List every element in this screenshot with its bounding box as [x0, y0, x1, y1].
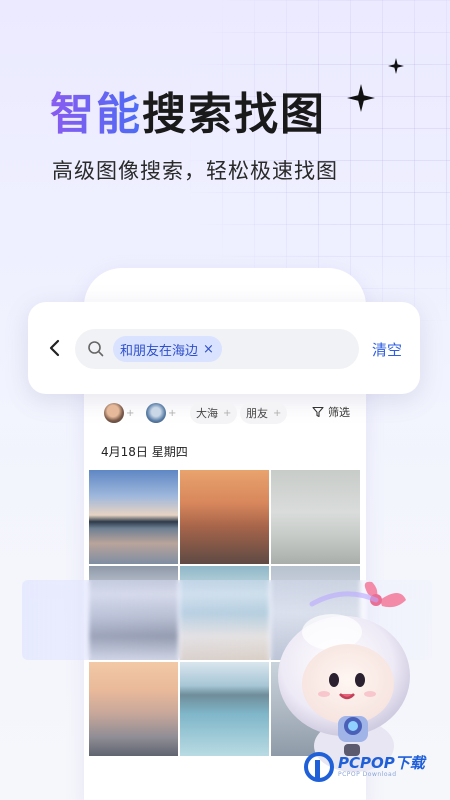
plus-icon: + — [223, 407, 232, 419]
photo-thumbnail[interactable] — [180, 662, 269, 756]
back-button[interactable] — [42, 334, 66, 362]
date-label: 4月18日 星期四 — [101, 445, 188, 459]
filter-label: 筛选 — [328, 406, 350, 419]
funnel-icon — [312, 406, 324, 418]
face-filter-2[interactable]: + — [146, 402, 176, 424]
tag-label: 大海 — [196, 407, 218, 420]
photo-thumbnail[interactable] — [89, 662, 178, 756]
query-chip-label: 和朋友在海边 — [120, 343, 199, 359]
sparkle-large-icon — [347, 84, 375, 112]
plus-icon: + — [168, 407, 177, 419]
hero-title: 智能搜索找图 — [50, 88, 326, 142]
chevron-left-icon — [49, 339, 60, 357]
hero-title-accent: 智能 — [50, 89, 142, 140]
tag-chip-friends[interactable]: 朋友 + — [240, 402, 288, 424]
hero-subtitle: 高级图像搜索，轻松极速找图 — [52, 159, 338, 183]
tag-chip-sea[interactable]: 大海 + — [190, 402, 238, 424]
avatar — [104, 403, 124, 423]
sparkle-small-icon — [388, 58, 404, 74]
plus-icon: + — [126, 407, 135, 419]
search-card: 和朋友在海边 × 清空 — [28, 302, 420, 394]
photo-thumbnail[interactable] — [271, 470, 360, 564]
tag-label: 朋友 — [246, 407, 268, 420]
watermark-brand: PCPOP下载 — [338, 754, 425, 772]
clear-button[interactable]: 清空 — [372, 339, 402, 360]
face-filter-1[interactable]: + — [104, 402, 134, 424]
pcpop-logo-icon — [304, 752, 334, 782]
filter-row: + + 大海 + 朋友 + 筛选 — [104, 400, 354, 426]
plus-icon: + — [273, 407, 282, 419]
watermark-logo: PCPOP下载 PCPOP Download — [304, 752, 425, 782]
photo-thumbnail[interactable] — [89, 470, 178, 564]
search-icon — [88, 341, 104, 357]
search-input[interactable]: 和朋友在海边 × — [75, 329, 359, 369]
filter-button[interactable]: 筛选 — [312, 404, 350, 420]
chip-close-icon[interactable]: × — [203, 342, 214, 357]
hero-title-rest: 搜索找图 — [142, 89, 326, 140]
watermark-sub: PCPOP Download — [338, 771, 397, 778]
photo-thumbnail[interactable] — [180, 470, 269, 564]
mascot-illustration — [278, 581, 410, 772]
query-chip[interactable]: 和朋友在海边 × — [113, 336, 222, 362]
avatar — [146, 403, 166, 423]
